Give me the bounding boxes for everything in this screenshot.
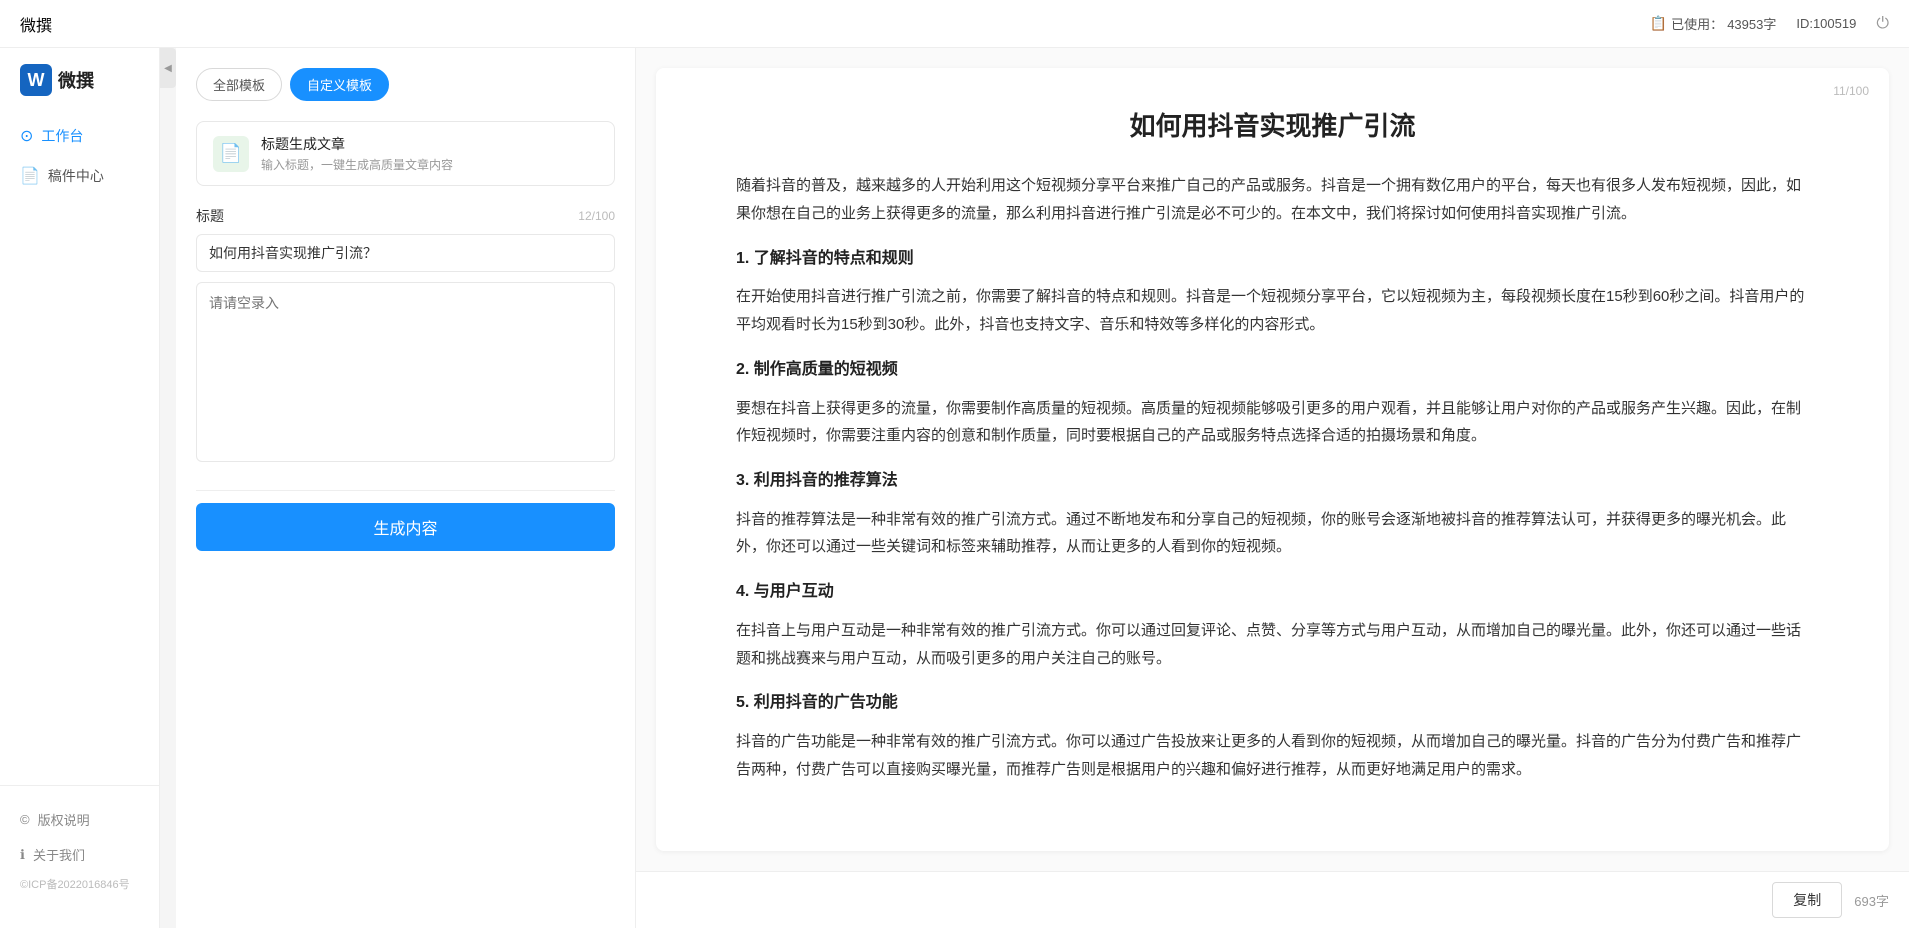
logo-icon: W bbox=[20, 64, 52, 96]
usage-label: 已使用： bbox=[1671, 14, 1723, 33]
template-card-icon: 📄 bbox=[213, 136, 249, 172]
content-textarea[interactable] bbox=[196, 282, 615, 462]
btn-custom-templates[interactable]: 自定义模板 bbox=[290, 68, 389, 101]
article-section-heading: 2. 制作高质量的短视频 bbox=[736, 355, 1809, 385]
sidebar-about[interactable]: ℹ 关于我们 bbox=[0, 837, 159, 872]
sidebar-bottom: © 版权说明 ℹ 关于我们 ©ICP备2022016846号 bbox=[0, 785, 159, 912]
sidebar-item-workbench[interactable]: ⊙ 工作台 bbox=[0, 116, 159, 156]
user-id: ID:100519 bbox=[1796, 16, 1856, 31]
template-card-info: 标题生成文章 输入标题，一键生成高质量文章内容 bbox=[261, 134, 598, 173]
manuscripts-icon: 📄 bbox=[20, 166, 40, 186]
template-buttons: 全部模板 自定义模板 bbox=[196, 68, 615, 101]
power-icon[interactable]: ⏻ bbox=[1876, 15, 1889, 33]
right-panel: 11/100 如何用抖音实现推广引流 随着抖音的普及，越来越多的人开始利用这个短… bbox=[636, 48, 1909, 928]
template-card[interactable]: 📄 标题生成文章 输入标题，一键生成高质量文章内容 bbox=[196, 121, 615, 186]
article-body: 随着抖音的普及，越来越多的人开始利用这个短视频分享平台来推广自己的产品或服务。抖… bbox=[736, 172, 1809, 783]
topbar-usage: 📋 已使用： 43953字 bbox=[1650, 14, 1777, 33]
sidebar-copyright[interactable]: © 版权说明 bbox=[0, 802, 159, 837]
usage-icon: 📋 bbox=[1650, 15, 1667, 32]
template-card-desc: 输入标题，一键生成高质量文章内容 bbox=[261, 156, 598, 173]
article-section-heading: 1. 了解抖音的特点和规则 bbox=[736, 244, 1809, 274]
about-icon: ℹ bbox=[20, 847, 25, 863]
logo-w-letter: W bbox=[28, 70, 45, 91]
article-section-heading: 4. 与用户互动 bbox=[736, 577, 1809, 607]
content-area: 全部模板 自定义模板 📄 标题生成文章 输入标题，一键生成高质量文章内容 标题 … bbox=[176, 48, 1909, 928]
logo-text: 微撰 bbox=[58, 67, 94, 93]
sidebar-item-manuscripts[interactable]: 📄 稿件中心 bbox=[0, 156, 159, 196]
word-count: 693字 bbox=[1854, 891, 1889, 910]
article-section-content: 在抖音上与用户互动是一种非常有效的推广引流方式。你可以通过回复评论、点赞、分享等… bbox=[736, 617, 1809, 673]
article-section-heading: 5. 利用抖音的广告功能 bbox=[736, 688, 1809, 718]
article-section-content: 抖音的广告功能是一种非常有效的推广引流方式。你可以通过广告投放来让更多的人看到你… bbox=[736, 728, 1809, 784]
copyright-label: 版权说明 bbox=[38, 810, 90, 829]
article-container: 11/100 如何用抖音实现推广引流 随着抖音的普及，越来越多的人开始利用这个短… bbox=[656, 68, 1889, 851]
article-paragraph: 随着抖音的普及，越来越多的人开始利用这个短视频分享平台来推广自己的产品或服务。抖… bbox=[736, 172, 1809, 228]
usage-count: 43953字 bbox=[1727, 14, 1776, 33]
copyright-icon: © bbox=[20, 812, 30, 827]
main-layout: W 微撰 ⊙ 工作台 📄 稿件中心 © 版权说明 ℹ 关于我们 ©ICP备2 bbox=[0, 48, 1909, 928]
title-input[interactable] bbox=[196, 234, 615, 272]
form-count: 12/100 bbox=[578, 209, 615, 223]
article-title: 如何用抖音实现推广引流 bbox=[736, 108, 1809, 144]
template-card-title: 标题生成文章 bbox=[261, 134, 598, 154]
sidebar: W 微撰 ⊙ 工作台 📄 稿件中心 © 版权说明 ℹ 关于我们 ©ICP备2 bbox=[0, 48, 160, 928]
article-section-content: 要想在抖音上获得更多的流量，你需要制作高质量的短视频。高质量的短视频能够吸引更多… bbox=[736, 395, 1809, 451]
topbar-right: 📋 已使用： 43953字 ID:100519 ⏻ bbox=[1650, 14, 1889, 33]
sidebar-nav: ⊙ 工作台 📄 稿件中心 bbox=[0, 116, 159, 785]
article-bottom-bar: 复制 693字 bbox=[636, 871, 1909, 928]
template-icon-symbol: 📄 bbox=[220, 143, 242, 164]
sidebar-item-label-manuscripts: 稿件中心 bbox=[48, 166, 104, 186]
article-section-content: 在开始使用抖音进行推广引流之前，你需要了解抖音的特点和规则。抖音是一个短视频分享… bbox=[736, 283, 1809, 339]
btn-all-templates[interactable]: 全部模板 bbox=[196, 68, 282, 101]
copy-button[interactable]: 复制 bbox=[1772, 882, 1842, 918]
chevron-left-icon: ◀ bbox=[164, 63, 172, 74]
divider bbox=[196, 490, 615, 491]
topbar-left: 微撰 bbox=[20, 12, 52, 36]
topbar-title: 微撰 bbox=[20, 12, 52, 36]
generate-button[interactable]: 生成内容 bbox=[196, 503, 615, 551]
workbench-icon: ⊙ bbox=[20, 126, 33, 146]
article-section-content: 抖音的推荐算法是一种非常有效的推广引流方式。通过不断地发布和分享自己的短视频，你… bbox=[736, 506, 1809, 562]
about-label: 关于我们 bbox=[33, 845, 85, 864]
form-label: 标题 bbox=[196, 206, 224, 226]
article-page-num: 11/100 bbox=[1833, 84, 1869, 98]
article-section-heading: 3. 利用抖音的推荐算法 bbox=[736, 466, 1809, 496]
sidebar-logo: W 微撰 bbox=[0, 64, 159, 116]
sidebar-item-label-workbench: 工作台 bbox=[41, 126, 83, 146]
sidebar-collapse-arrow[interactable]: ◀ bbox=[160, 48, 176, 88]
icp-text: ©ICP备2022016846号 bbox=[0, 872, 159, 896]
form-label-row: 标题 12/100 bbox=[196, 206, 615, 226]
topbar: 微撰 📋 已使用： 43953字 ID:100519 ⏻ bbox=[0, 0, 1909, 48]
left-panel: 全部模板 自定义模板 📄 标题生成文章 输入标题，一键生成高质量文章内容 标题 … bbox=[176, 48, 636, 928]
